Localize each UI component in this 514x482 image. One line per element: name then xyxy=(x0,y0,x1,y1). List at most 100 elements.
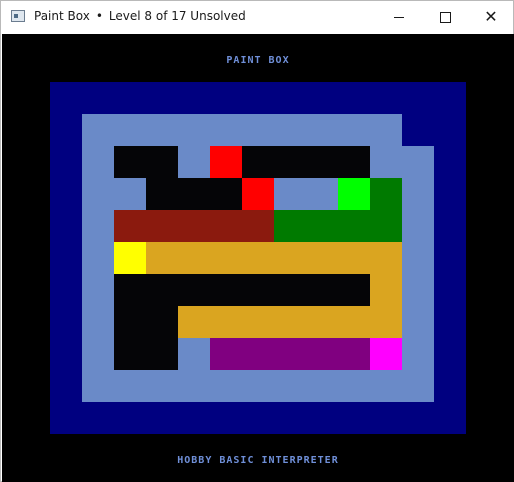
gold-paint[interactable] xyxy=(370,242,402,274)
wall-cell[interactable] xyxy=(114,114,146,146)
gold-paint[interactable] xyxy=(274,306,306,338)
empty-cell[interactable] xyxy=(114,274,146,306)
gold-paint[interactable] xyxy=(242,306,274,338)
wall-cell[interactable] xyxy=(338,370,370,402)
minimize-button[interactable] xyxy=(376,1,422,33)
empty-cell[interactable] xyxy=(114,306,146,338)
gold-paint[interactable] xyxy=(306,306,338,338)
empty-cell[interactable] xyxy=(146,338,178,370)
wall-cell[interactable] xyxy=(370,146,402,178)
wall-cell[interactable] xyxy=(114,370,146,402)
wall-cell[interactable] xyxy=(82,210,114,242)
wall-cell[interactable] xyxy=(402,370,434,402)
empty-cell[interactable] xyxy=(274,274,306,306)
wall-cell[interactable] xyxy=(178,114,210,146)
maximize-button[interactable] xyxy=(422,1,468,33)
dark-red-paint[interactable] xyxy=(178,210,210,242)
wall-cell[interactable] xyxy=(402,210,434,242)
red-paint-source[interactable] xyxy=(242,178,274,210)
wall-cell[interactable] xyxy=(402,242,434,274)
empty-cell[interactable] xyxy=(178,178,210,210)
wall-cell[interactable] xyxy=(370,114,402,146)
red-paint-source[interactable] xyxy=(210,146,242,178)
empty-cell[interactable] xyxy=(306,274,338,306)
yellow-paint-source[interactable] xyxy=(114,242,146,274)
wall-cell[interactable] xyxy=(82,338,114,370)
dark-green-paint[interactable] xyxy=(274,210,306,242)
dark-green-paint[interactable] xyxy=(370,178,402,210)
gold-paint[interactable] xyxy=(210,306,242,338)
dark-green-paint[interactable] xyxy=(370,210,402,242)
wall-cell[interactable] xyxy=(82,114,114,146)
dark-red-paint[interactable] xyxy=(146,210,178,242)
wall-cell[interactable] xyxy=(402,306,434,338)
wall-cell[interactable] xyxy=(178,370,210,402)
purple-paint[interactable] xyxy=(338,338,370,370)
empty-cell[interactable] xyxy=(114,146,146,178)
dark-red-paint[interactable] xyxy=(210,210,242,242)
gold-paint[interactable] xyxy=(178,306,210,338)
empty-cell[interactable] xyxy=(178,274,210,306)
wall-cell[interactable] xyxy=(178,338,210,370)
empty-cell[interactable] xyxy=(242,146,274,178)
wall-cell[interactable] xyxy=(146,114,178,146)
empty-cell[interactable] xyxy=(338,274,370,306)
wall-cell[interactable] xyxy=(242,370,274,402)
close-button[interactable]: ✕ xyxy=(468,1,514,33)
empty-cell[interactable] xyxy=(114,338,146,370)
gold-paint[interactable] xyxy=(210,242,242,274)
game-canvas[interactable]: PAINT BOX HOBBY BASIC INTERPRETER xyxy=(2,34,514,482)
wall-cell[interactable] xyxy=(178,146,210,178)
purple-paint[interactable] xyxy=(274,338,306,370)
gold-paint[interactable] xyxy=(306,242,338,274)
wall-cell[interactable] xyxy=(242,114,274,146)
purple-paint[interactable] xyxy=(210,338,242,370)
dark-red-paint[interactable] xyxy=(242,210,274,242)
empty-cell[interactable] xyxy=(210,274,242,306)
title-bar[interactable]: Paint Box • Level 8 of 17 Unsolved ✕ xyxy=(1,1,513,33)
gold-paint[interactable] xyxy=(370,306,402,338)
empty-cell[interactable] xyxy=(242,274,274,306)
wall-cell[interactable] xyxy=(82,274,114,306)
wall-cell[interactable] xyxy=(210,114,242,146)
wall-cell[interactable] xyxy=(274,178,306,210)
purple-paint[interactable] xyxy=(306,338,338,370)
green-paint-source[interactable] xyxy=(338,178,370,210)
dark-red-paint[interactable] xyxy=(114,210,146,242)
wall-cell[interactable] xyxy=(306,178,338,210)
gold-paint[interactable] xyxy=(370,274,402,306)
empty-cell[interactable] xyxy=(146,178,178,210)
game-board[interactable] xyxy=(50,82,466,434)
wall-cell[interactable] xyxy=(274,370,306,402)
empty-cell[interactable] xyxy=(306,146,338,178)
wall-cell[interactable] xyxy=(114,178,146,210)
gold-paint[interactable] xyxy=(242,242,274,274)
wall-cell[interactable] xyxy=(402,274,434,306)
wall-cell[interactable] xyxy=(306,370,338,402)
dark-green-paint[interactable] xyxy=(338,210,370,242)
gold-paint[interactable] xyxy=(178,242,210,274)
wall-cell[interactable] xyxy=(82,146,114,178)
wall-cell[interactable] xyxy=(274,114,306,146)
wall-cell[interactable] xyxy=(210,370,242,402)
wall-cell[interactable] xyxy=(82,242,114,274)
wall-cell[interactable] xyxy=(402,146,434,178)
wall-cell[interactable] xyxy=(402,338,434,370)
empty-cell[interactable] xyxy=(146,306,178,338)
gold-paint[interactable] xyxy=(338,306,370,338)
wall-cell[interactable] xyxy=(82,178,114,210)
wall-cell[interactable] xyxy=(146,370,178,402)
wall-cell[interactable] xyxy=(82,370,114,402)
magenta-paint-source[interactable] xyxy=(370,338,402,370)
empty-cell[interactable] xyxy=(274,146,306,178)
purple-paint[interactable] xyxy=(242,338,274,370)
wall-cell[interactable] xyxy=(82,306,114,338)
empty-cell[interactable] xyxy=(146,274,178,306)
gold-paint[interactable] xyxy=(146,242,178,274)
dark-green-paint[interactable] xyxy=(306,210,338,242)
gold-paint[interactable] xyxy=(338,242,370,274)
empty-cell[interactable] xyxy=(146,146,178,178)
gold-paint[interactable] xyxy=(274,242,306,274)
empty-cell[interactable] xyxy=(210,178,242,210)
wall-cell[interactable] xyxy=(306,114,338,146)
